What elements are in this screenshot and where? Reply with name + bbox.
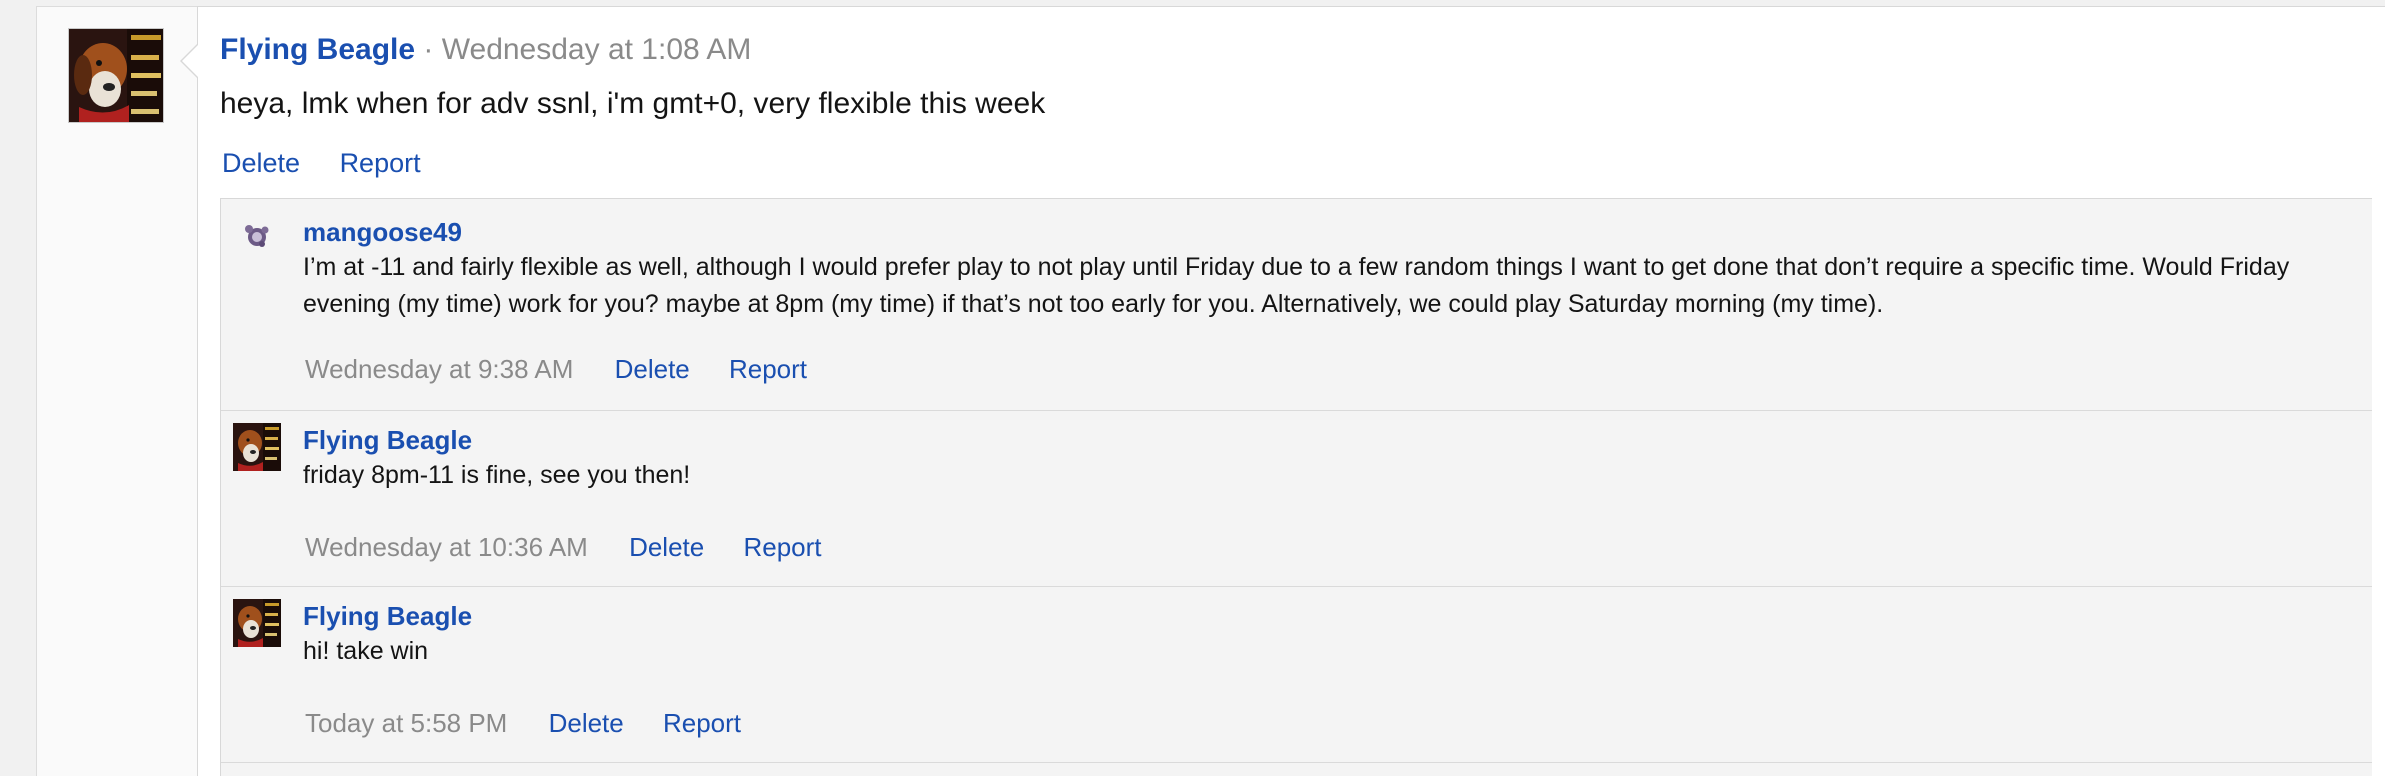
comment-text: I’m at -11 and fairly flexible as well, … (303, 253, 2290, 318)
comment-date[interactable]: Today at 5:58 PM (305, 708, 507, 738)
avatar[interactable] (233, 423, 281, 471)
delete-button[interactable]: Delete (222, 148, 300, 178)
comment-date[interactable]: Wednesday at 9:38 AM (305, 354, 573, 384)
beagle-avatar-icon (233, 599, 281, 647)
comment-date[interactable]: Wednesday at 10:36 AM (305, 532, 588, 562)
post-header: Flying Beagle · Wednesday at 1:08 AM (220, 30, 751, 70)
list-item: mangoose49 I’m at -11 and fairly flexibl… (221, 199, 2372, 411)
header-separator: · (423, 33, 434, 66)
report-button[interactable]: Report (729, 354, 807, 384)
delete-button[interactable]: Delete (615, 354, 690, 384)
mangoose-avatar-icon (233, 211, 281, 259)
beagle-avatar-icon (69, 29, 163, 122)
comment-author[interactable]: mangoose49 (303, 215, 462, 249)
post-pointer-fill (182, 45, 198, 77)
list-item: Flying Beagle friday 8pm-11 is fine, see… (221, 411, 2372, 587)
comment-list: mangoose49 I’m at -11 and fairly flexibl… (220, 198, 2372, 776)
beagle-avatar-icon (233, 423, 281, 471)
comment-author[interactable]: Flying Beagle (303, 599, 472, 633)
list-item: Flying Beagle hi! take win Today at 5:58… (221, 587, 2372, 763)
comment-author[interactable]: Flying Beagle (303, 423, 472, 457)
delete-button[interactable]: Delete (629, 532, 704, 562)
avatar[interactable] (233, 211, 281, 259)
comment-text: hi! take win (303, 637, 429, 665)
post-author[interactable]: Flying Beagle (220, 33, 415, 66)
report-button[interactable]: Report (340, 148, 421, 178)
report-button[interactable]: Report (743, 532, 821, 562)
comment-text: friday 8pm-11 is fine, see you then! (303, 461, 691, 489)
post-actions: Delete Report (222, 145, 453, 181)
comment-meta: Wednesday at 10:36 AM Delete Report (305, 529, 854, 565)
avatar[interactable] (233, 599, 281, 647)
comment-meta: Today at 5:58 PM Delete Report (305, 705, 773, 741)
avatar[interactable] (68, 28, 164, 123)
post-body: heya, lmk when for adv ssnl, i'm gmt+0, … (220, 87, 1046, 120)
comment-meta: Wednesday at 9:38 AM Delete Report (305, 351, 839, 387)
report-button[interactable]: Report (663, 708, 741, 738)
post-date[interactable]: Wednesday at 1:08 AM (442, 33, 752, 66)
delete-button[interactable]: Delete (549, 708, 624, 738)
